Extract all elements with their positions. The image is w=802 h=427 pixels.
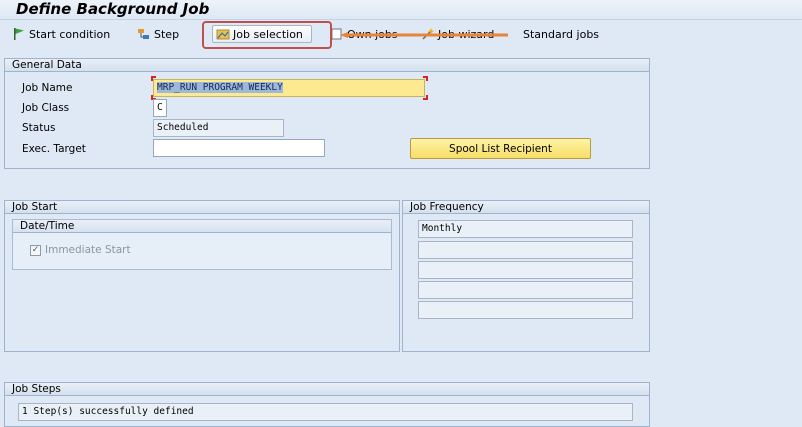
exec-target-field[interactable] — [153, 139, 325, 157]
immediate-start-checkbox[interactable]: ✓ — [30, 245, 41, 256]
title-bar: Define Background Job — [0, 0, 802, 20]
step-button[interactable]: Step — [137, 25, 179, 43]
job-frequency-header: Job Frequency — [403, 201, 649, 214]
status-label: Status — [22, 122, 56, 134]
selection-corner — [423, 95, 428, 100]
frequency-line-1: Monthly — [418, 220, 633, 238]
standard-jobs-button[interactable]: Standard jobs — [523, 25, 599, 43]
job-name-value: MRP_RUN PROGRAM WEEKLY — [157, 82, 283, 93]
selection-corner — [423, 76, 428, 81]
job-start-header: Job Start — [5, 201, 399, 214]
exec-target-label: Exec. Target — [22, 143, 86, 155]
frequency-line-2 — [418, 241, 633, 259]
job-class-label: Job Class — [22, 102, 70, 114]
step-label: Step — [154, 27, 180, 41]
job-steps-message: 1 Step(s) successfully defined — [18, 403, 633, 421]
frequency-line-4 — [418, 281, 633, 299]
page-title: Define Background Job — [16, 0, 210, 18]
job-selection-highlight — [202, 21, 332, 49]
immediate-start-label: Immediate Start — [45, 244, 131, 256]
job-name-label: Job Name — [22, 82, 73, 94]
job-class-field[interactable]: C — [153, 99, 167, 117]
spool-list-recipient-button[interactable]: Spool List Recipient — [410, 138, 591, 159]
frequency-line-5 — [418, 301, 633, 319]
start-condition-button[interactable]: Start condition — [12, 25, 110, 43]
annotation-arrow — [340, 32, 508, 38]
frequency-line-3 — [418, 261, 633, 279]
job-steps-header: Job Steps — [5, 383, 649, 396]
date-time-header: Date/Time — [13, 220, 391, 233]
selection-corner — [151, 76, 156, 81]
general-data-header: General Data — [5, 59, 649, 72]
step-icon — [138, 29, 149, 39]
start-condition-label: Start condition — [29, 27, 111, 41]
status-field: Scheduled — [153, 119, 284, 137]
flag-icon — [14, 28, 24, 40]
standard-jobs-label: Standard jobs — [523, 27, 600, 41]
job-name-field[interactable]: MRP_RUN PROGRAM WEEKLY — [153, 79, 425, 97]
